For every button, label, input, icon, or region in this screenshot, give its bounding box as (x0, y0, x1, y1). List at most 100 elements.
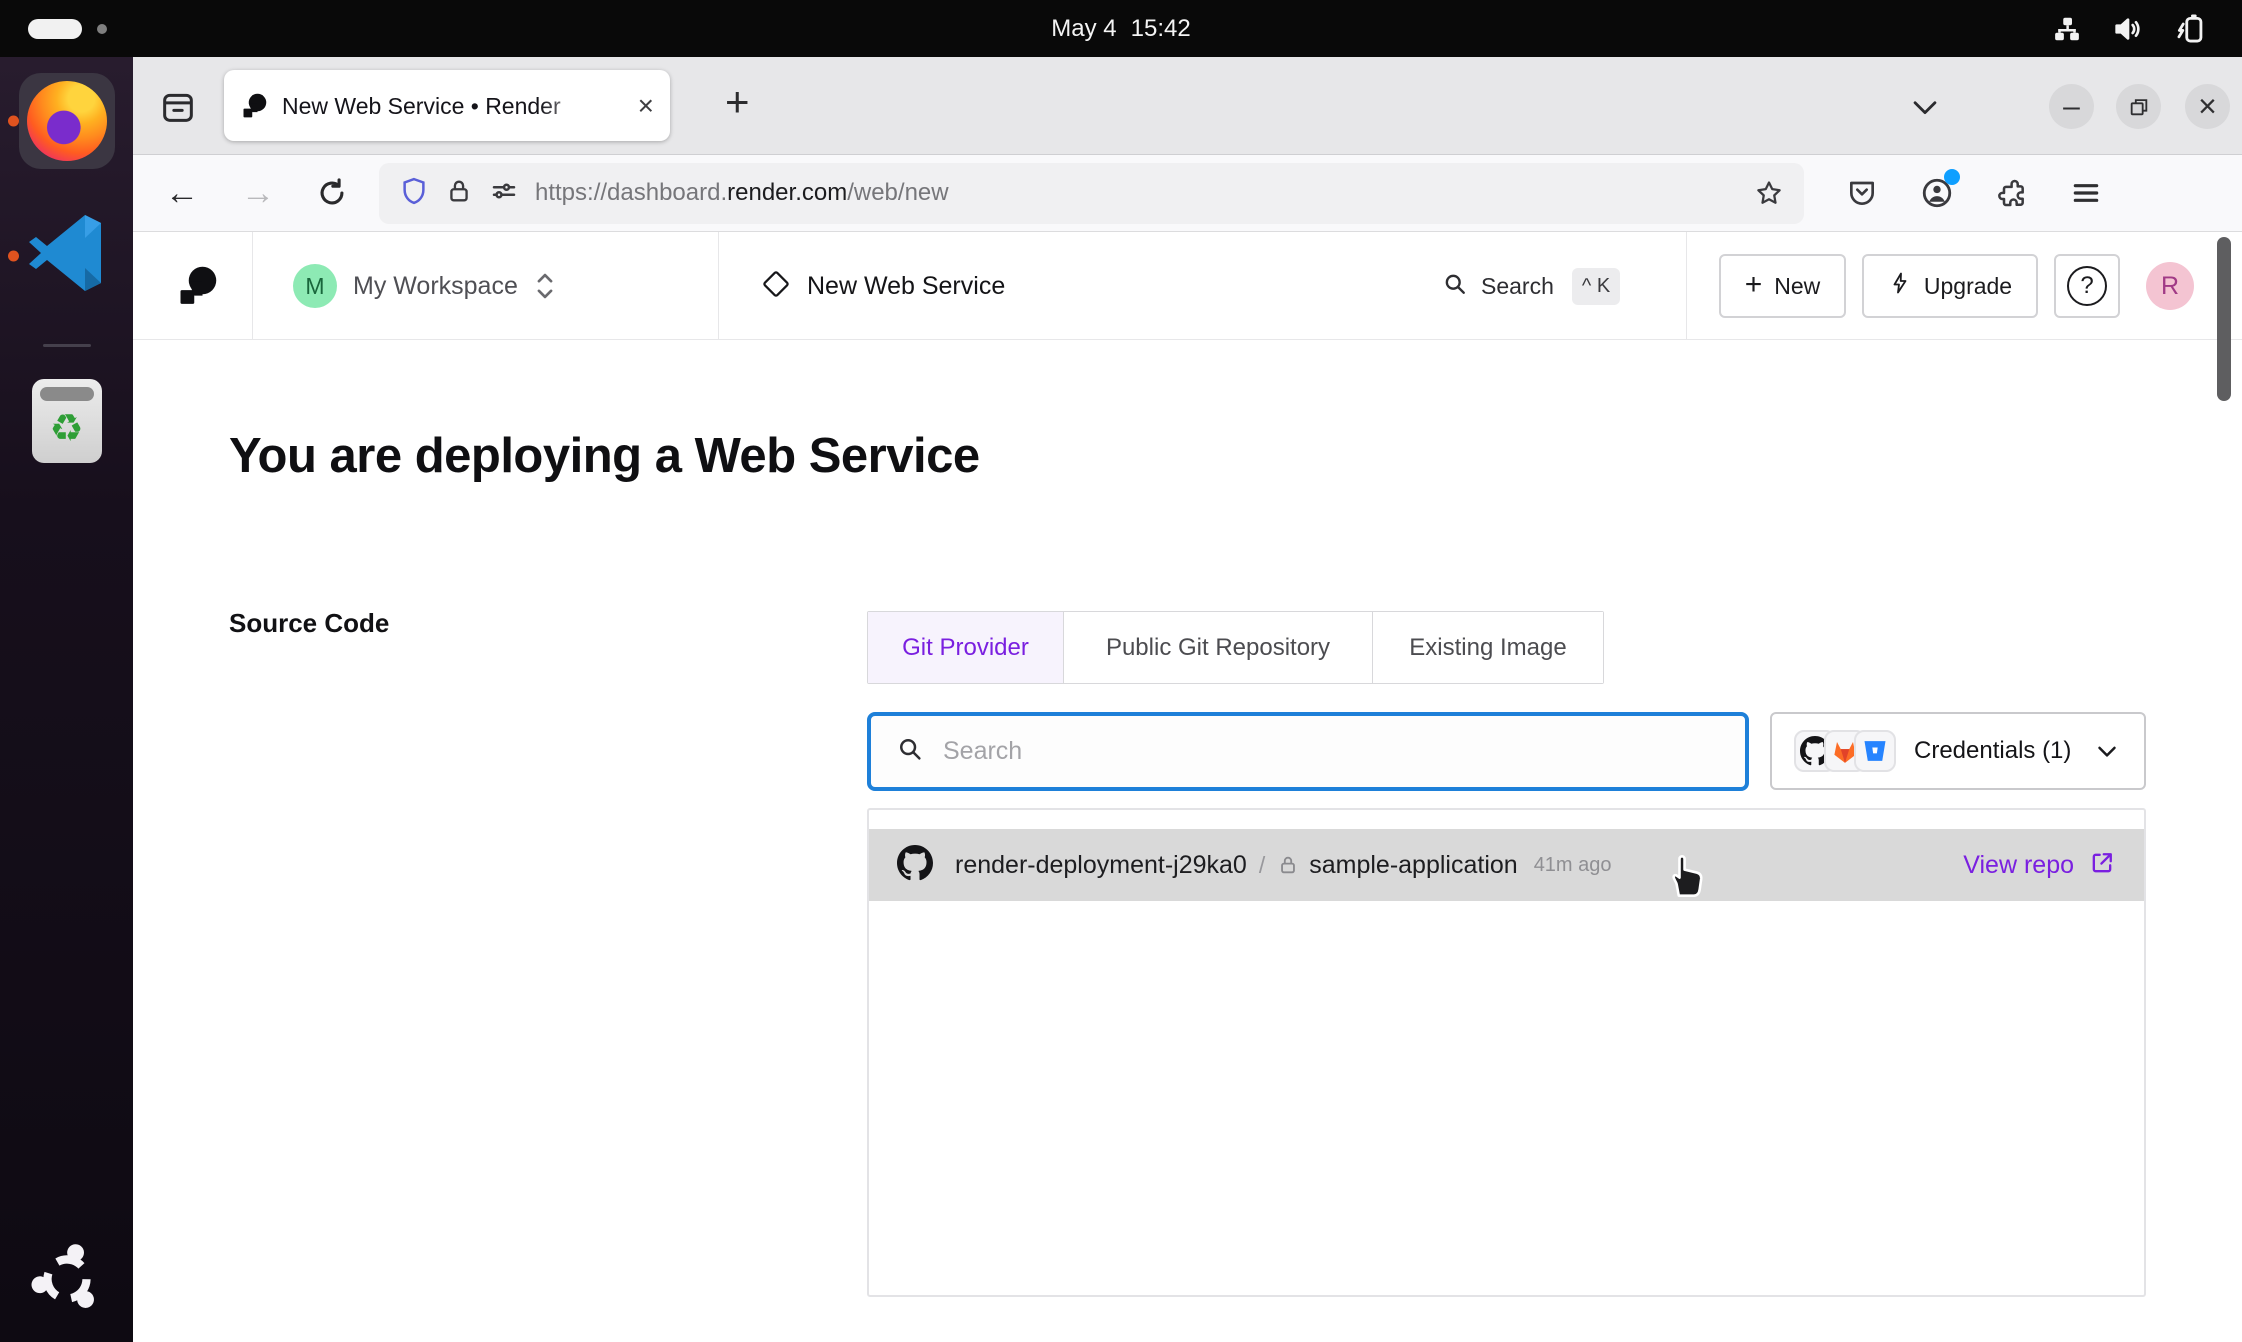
page-heading: You are deploying a Web Service (229, 428, 980, 484)
tab-title-fade: New Web Service • Render (282, 90, 610, 122)
url-bar[interactable]: https://dashboard.render.com/web/new (379, 163, 1804, 224)
plus-icon: + (1745, 270, 1763, 300)
provider-icons (1794, 730, 1896, 772)
question-mark-icon: ? (2067, 266, 2107, 306)
chevron-down-icon (2092, 736, 2122, 766)
global-search[interactable]: Search ^ K (1441, 232, 1620, 340)
tab-public-git-repository[interactable]: Public Git Repository (1064, 612, 1373, 683)
page-title-group: New Web Service (761, 232, 1005, 340)
activities-indicator[interactable] (28, 19, 82, 39)
external-link-icon (2088, 849, 2116, 882)
url-domain: render.com (727, 179, 847, 206)
help-button[interactable]: ? (2054, 254, 2120, 318)
new-button[interactable]: + New (1719, 254, 1846, 318)
source-code-label: Source Code (229, 608, 389, 639)
volume-icon[interactable] (2112, 13, 2144, 45)
view-repo-label: View repo (1963, 851, 2074, 880)
network-icon[interactable] (2052, 14, 2082, 44)
search-shortcut-badge: ^ K (1572, 268, 1620, 305)
firefox-active-highlight (19, 73, 115, 169)
search-label: Search (1481, 273, 1554, 300)
firefox-icon (27, 81, 107, 161)
url-path: /web/new (847, 179, 948, 206)
search-icon (895, 734, 925, 769)
view-repo-link[interactable]: View repo (1963, 849, 2116, 882)
search-credentials-row: Search (867, 712, 2146, 791)
tab-existing-image[interactable]: Existing Image (1373, 612, 1603, 683)
vscode-icon (23, 209, 111, 302)
render-logo[interactable] (175, 232, 219, 340)
system-top-bar: May 4 15:42 (0, 0, 2242, 57)
account-notification-dot (1944, 169, 1960, 185)
workspace-name: My Workspace (353, 272, 518, 301)
repo-row[interactable]: render-deployment-j29ka0 / sample-applic… (869, 829, 2144, 901)
firefox-window: New Web Service • Render × + – × ← → (133, 57, 2242, 1342)
clock-date: May 4 (1051, 15, 1116, 43)
browser-tab-active[interactable]: New Web Service • Render × (224, 70, 670, 141)
hamburger-menu-icon[interactable] (2070, 177, 2102, 209)
extensions-puzzle-icon[interactable] (1996, 177, 2028, 209)
header-divider-3 (1686, 232, 1687, 340)
render-favicon (240, 92, 268, 120)
tracking-protection-shield-icon[interactable] (399, 176, 429, 211)
tab-strip: New Web Service • Render × + – × (133, 57, 2242, 155)
source-controls: Git Provider Public Git Repository Exist… (867, 611, 2146, 1297)
private-lock-icon (1277, 854, 1299, 876)
user-avatar[interactable]: R (2146, 262, 2194, 310)
lightning-bolt-icon (1888, 271, 1912, 301)
page-scrollbar-thumb[interactable] (2217, 237, 2231, 401)
forward-button[interactable]: → (241, 176, 275, 210)
tab-title: New Web Service • Render (282, 93, 561, 119)
credentials-dropdown[interactable]: Credentials (1) (1770, 712, 2146, 790)
lock-icon[interactable] (445, 177, 473, 210)
ubuntu-logo-icon (31, 1243, 103, 1320)
battery-charging-icon[interactable] (2174, 12, 2208, 46)
repo-name: sample-application (1309, 851, 1517, 880)
permissions-icon[interactable] (489, 176, 519, 211)
window-minimize-button[interactable]: – (2049, 84, 2094, 129)
dock-item-firefox[interactable] (0, 73, 133, 169)
credentials-label: Credentials (1) (1914, 737, 2071, 765)
workspace-avatar: M (293, 264, 337, 308)
window-close-button[interactable]: × (2185, 84, 2230, 129)
firefox-running-indicator (8, 116, 19, 127)
page-title: New Web Service (807, 272, 1005, 301)
tab-git-provider[interactable]: Git Provider (868, 612, 1064, 683)
reload-button[interactable] (315, 176, 349, 210)
upgrade-button-label: Upgrade (1924, 273, 2012, 300)
github-icon (897, 845, 933, 886)
vscode-running-indicator (8, 250, 19, 261)
clock[interactable]: May 4 15:42 (1051, 0, 1190, 57)
url-prefix: https://dashboard. (535, 179, 727, 206)
workspace-updown-chevron-icon (532, 269, 558, 303)
workspace-dot-indicator (97, 24, 107, 34)
pocket-icon[interactable] (1846, 177, 1878, 209)
dock-item-trash[interactable]: ♻ (0, 379, 133, 463)
tab-close-icon[interactable]: × (638, 92, 654, 120)
bookmark-star-icon[interactable] (1754, 178, 1784, 208)
app-header: M My Workspace New Web Service (133, 232, 2242, 340)
new-button-label: New (1774, 273, 1820, 300)
recent-browsing-icon[interactable] (157, 86, 199, 128)
header-divider-1 (252, 232, 253, 340)
upgrade-button[interactable]: Upgrade (1862, 254, 2038, 318)
back-button[interactable]: ← (165, 176, 199, 210)
system-status-icons[interactable] (2052, 12, 2208, 46)
list-all-tabs-icon[interactable] (1908, 90, 1942, 129)
recycle-glyph: ♻ (49, 410, 83, 448)
window-restore-button[interactable] (2116, 84, 2161, 129)
source-type-tabs: Git Provider Public Git Repository Exist… (867, 611, 1604, 684)
dock-item-show-apps[interactable] (0, 1243, 133, 1320)
repo-search-input[interactable]: Search (867, 712, 1749, 791)
clock-time: 15:42 (1131, 15, 1191, 43)
new-tab-button[interactable]: + (725, 81, 750, 123)
url-text: https://dashboard.render.com/web/new (535, 179, 949, 207)
workspace-selector[interactable]: M My Workspace (293, 232, 558, 340)
diamond-icon (761, 269, 791, 304)
dock-item-vscode[interactable] (0, 209, 133, 302)
trash-lid (40, 387, 94, 401)
account-icon[interactable] (1920, 176, 1954, 210)
search-icon (1441, 270, 1469, 303)
repo-updated-time: 41m ago (1534, 854, 1612, 877)
header-divider-2 (718, 232, 719, 340)
